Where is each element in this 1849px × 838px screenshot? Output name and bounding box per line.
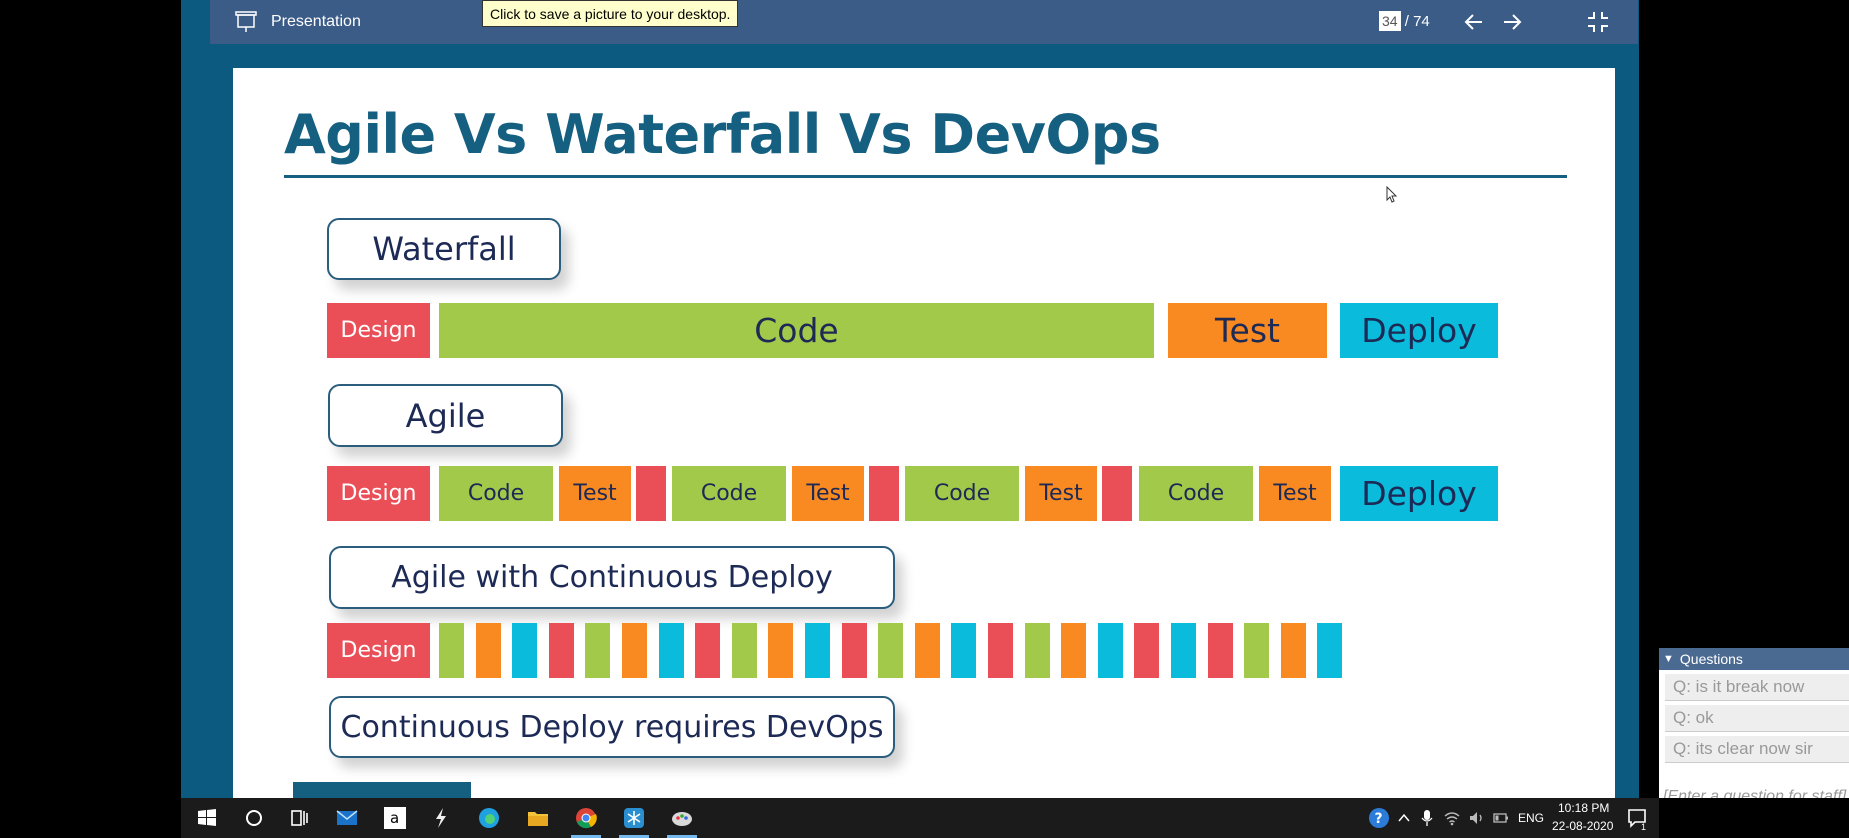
windows-taskbar: a ? ENG 10:18 PM 22-08-2020 1	[181, 798, 1659, 838]
snowflake-app-icon[interactable]	[622, 806, 646, 830]
prev-slide-icon[interactable]	[1462, 10, 1486, 34]
continuous-iteration-block	[951, 623, 977, 678]
clock-date[interactable]: 22-08-2020	[1552, 819, 1613, 833]
page-total: / 74	[1404, 13, 1430, 30]
waterfall-deploy-block: Deploy	[1340, 303, 1498, 358]
continuous-iteration-block	[1171, 623, 1196, 678]
slide-title: Agile Vs Waterfall Vs DevOps	[284, 103, 1161, 166]
agile-code-block: Code	[905, 466, 1019, 521]
continuous-iteration-block	[988, 623, 1013, 678]
continuous-iteration-block	[1317, 623, 1343, 678]
devops-requirement-label: Continuous Deploy requires DevOps	[329, 696, 895, 758]
continuous-iteration-block	[1207, 623, 1233, 678]
mail-icon[interactable]	[335, 806, 359, 830]
svg-text:a: a	[390, 809, 399, 827]
task-view-icon[interactable]	[288, 806, 312, 830]
continuous-iteration-block	[841, 623, 867, 678]
question-item[interactable]: Q: is it break now	[1665, 674, 1849, 701]
continuous-iteration-block	[768, 623, 794, 678]
search-circle-icon[interactable]	[242, 806, 266, 830]
screen: Presentation 34 / 74 Click to save a pic…	[0, 0, 1849, 838]
continuous-iteration-block	[1061, 623, 1087, 678]
language-indicator[interactable]: ENG	[1518, 811, 1544, 825]
next-slide-icon[interactable]	[1500, 10, 1524, 34]
chrome-browser-icon[interactable]	[574, 806, 598, 830]
collapse-triangle-icon[interactable]: ▼	[1663, 653, 1674, 665]
continuous-iteration-block	[1134, 623, 1160, 678]
edge-browser-icon[interactable]	[477, 806, 501, 830]
continuous-iteration-block	[585, 623, 611, 678]
volume-icon[interactable]	[1468, 809, 1486, 827]
page-counter: 34 / 74	[1379, 11, 1430, 31]
question-item[interactable]: Q: ok	[1665, 705, 1849, 732]
question-input[interactable]: [Enter a question for staff]	[1663, 788, 1846, 798]
mouse-cursor-icon	[1386, 186, 1398, 203]
continuous-design-block: Design	[327, 623, 430, 678]
waterfall-test-block: Test	[1168, 303, 1327, 358]
continuous-iteration-block	[475, 623, 501, 678]
notification-count: 1	[1641, 822, 1647, 832]
questions-panel: ▼ Questions Q: is it break now Q: ok Q: …	[1659, 648, 1849, 798]
continuous-iteration-block	[878, 623, 904, 678]
waterfall-code-block: Code	[439, 303, 1154, 358]
agile-test-block: Test	[792, 466, 864, 521]
bolt-app-icon[interactable]	[429, 806, 453, 830]
continuous-iteration-block	[914, 623, 940, 678]
agile-deploy-block: Deploy	[1340, 466, 1498, 521]
agile-design-mini-block	[1102, 466, 1132, 521]
agile-code-block: Code	[672, 466, 786, 521]
battery-icon[interactable]	[1492, 810, 1510, 826]
continuous-iteration-block	[1280, 623, 1306, 678]
continuous-iteration-block	[439, 623, 464, 678]
title-divider	[284, 175, 1567, 178]
amazon-icon[interactable]: a	[383, 806, 407, 830]
continuous-iteration-block	[731, 623, 757, 678]
continuous-iteration-block	[805, 623, 830, 678]
chevron-up-icon[interactable]	[1396, 810, 1412, 826]
continuous-iteration-block	[622, 623, 647, 678]
agile-test-block: Test	[559, 466, 631, 521]
agile-design-mini-block	[636, 466, 666, 521]
agile-code-block: Code	[439, 466, 553, 521]
slide: Agile Vs Waterfall Vs DevOps Waterfall D…	[233, 68, 1615, 798]
microphone-icon[interactable]	[1420, 809, 1434, 827]
agile-design-block: Design	[327, 466, 430, 521]
save-picture-tooltip: Click to save a picture to your desktop.	[482, 0, 739, 27]
exit-fullscreen-icon[interactable]	[1586, 10, 1610, 34]
agile-code-block: Code	[1139, 466, 1253, 521]
continuous-deploy-label: Agile with Continuous Deploy	[329, 546, 895, 609]
clock-time[interactable]: 10:18 PM	[1558, 801, 1609, 815]
agile-test-block: Test	[1025, 466, 1097, 521]
questions-header[interactable]: ▼ Questions	[1659, 648, 1849, 670]
agile-label: Agile	[328, 384, 563, 447]
presentation-icon	[235, 11, 257, 32]
agile-test-block: Test	[1259, 466, 1331, 521]
viewer-title: Presentation	[271, 13, 361, 30]
continuous-iteration-block	[1097, 623, 1123, 678]
questions-title: Questions	[1679, 651, 1743, 667]
svg-text:?: ?	[1375, 811, 1383, 827]
continuous-iteration-block	[1244, 623, 1270, 678]
help-icon[interactable]: ?	[1368, 807, 1390, 829]
continuous-iteration-block	[658, 623, 684, 678]
wifi-icon[interactable]	[1443, 809, 1461, 827]
viewer-toolbar: Presentation 34 / 74	[210, 0, 1638, 44]
paint-app-icon[interactable]	[670, 806, 694, 830]
waterfall-label: Waterfall	[327, 218, 561, 280]
page-number-input[interactable]: 34	[1379, 11, 1401, 31]
windows-start-icon[interactable]	[195, 806, 219, 830]
waterfall-design-block: Design	[327, 303, 430, 358]
continuous-iteration-block	[512, 623, 538, 678]
continuous-iteration-block	[548, 623, 574, 678]
slide-footer-tab	[293, 782, 471, 798]
question-item[interactable]: Q: its clear now sir	[1665, 736, 1849, 763]
continuous-iteration-block	[1024, 623, 1050, 678]
agile-design-mini-block	[869, 466, 899, 521]
file-explorer-icon[interactable]	[526, 806, 550, 830]
continuous-iteration-block	[695, 623, 721, 678]
